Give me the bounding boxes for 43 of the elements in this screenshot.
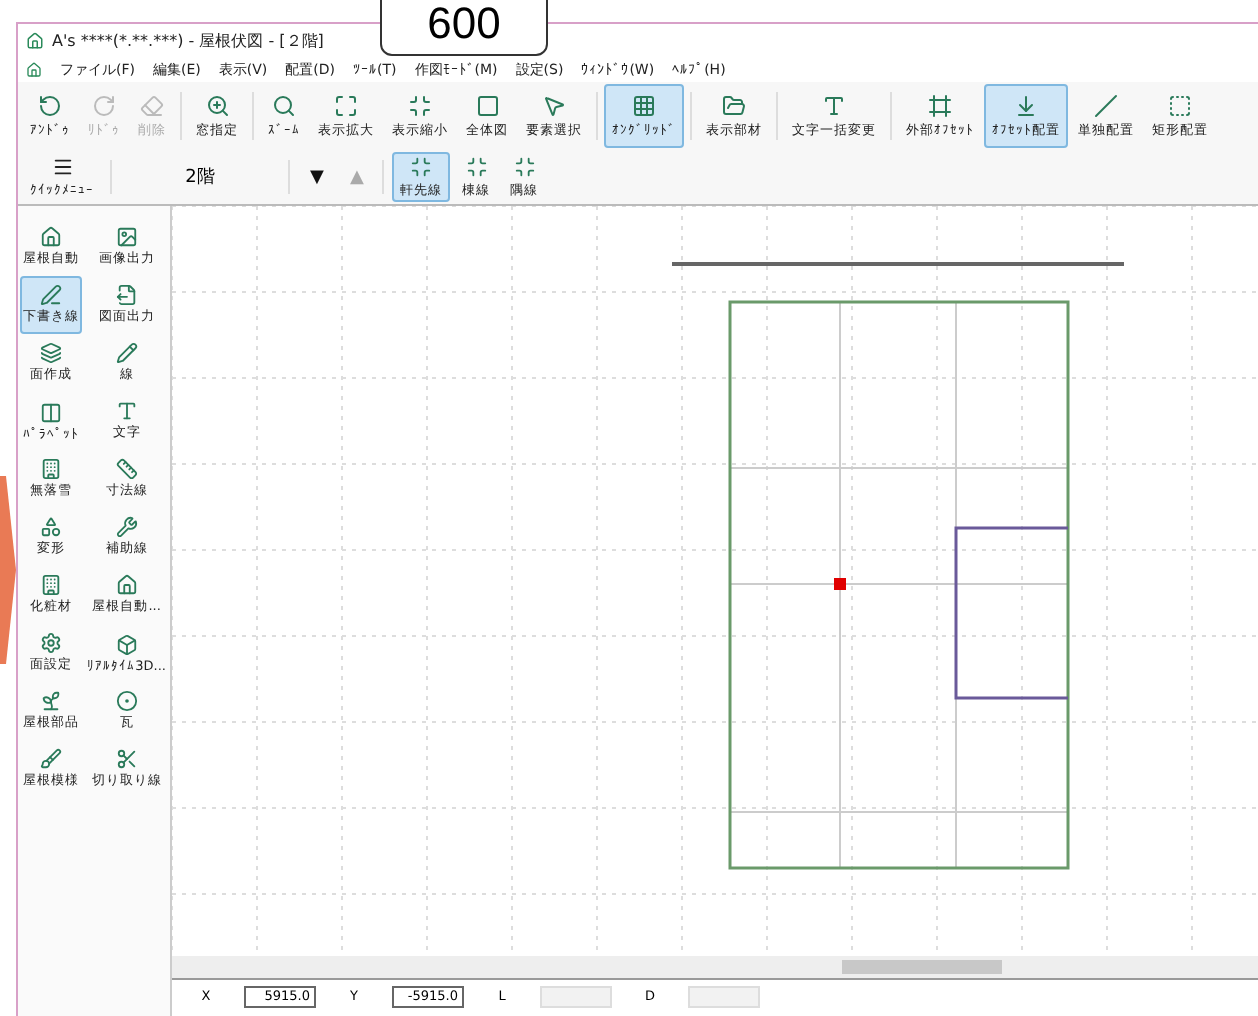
rectangle-icon <box>1168 93 1192 117</box>
scissors-icon <box>115 748 138 770</box>
shapes-icon <box>39 516 62 538</box>
eraser-icon <box>140 93 164 117</box>
wrench-icon <box>115 516 138 538</box>
folder-icon <box>722 93 746 117</box>
floor-selector[interactable]: 2階 <box>120 152 280 202</box>
roof-icon <box>39 226 62 248</box>
pencil-icon <box>115 342 138 364</box>
search-icon <box>272 94 296 118</box>
drawing-canvas[interactable] <box>172 206 1258 956</box>
horizontal-scrollbar[interactable] <box>172 956 1258 978</box>
plant-icon <box>39 690 62 712</box>
expand-icon <box>334 93 358 117</box>
square-icon <box>475 93 499 117</box>
image-icon <box>115 226 138 248</box>
settings-icon <box>39 632 62 654</box>
zoom-icon <box>205 93 229 117</box>
window-title: A's ****(*.**.***) - 屋根伏図 - [２階] <box>52 30 324 52</box>
undo-icon <box>38 94 62 118</box>
export-icon <box>115 284 138 306</box>
layers-icon <box>39 342 62 364</box>
coordinate-field <box>688 985 760 1007</box>
pen-icon <box>39 284 62 306</box>
menu-icon <box>51 156 73 178</box>
app-icon <box>26 62 42 78</box>
frame-icon <box>928 93 952 117</box>
ruler-icon <box>115 458 138 480</box>
grid-icon <box>632 94 656 118</box>
floor-down-button[interactable]: ▼ <box>298 152 334 202</box>
box-icon <box>115 633 138 655</box>
redo-icon <box>92 94 116 118</box>
house-icon <box>115 574 138 596</box>
coordinate-field <box>540 985 612 1007</box>
cursor-icon <box>542 93 566 117</box>
app-icon <box>26 32 44 50</box>
text-icon <box>822 93 846 117</box>
shrink-icon <box>408 93 432 117</box>
text-icon <box>115 400 138 422</box>
building-icon <box>39 458 62 480</box>
page-number-callout: 600 <box>380 0 548 56</box>
brush-icon <box>39 748 62 770</box>
building-icon <box>39 574 62 596</box>
